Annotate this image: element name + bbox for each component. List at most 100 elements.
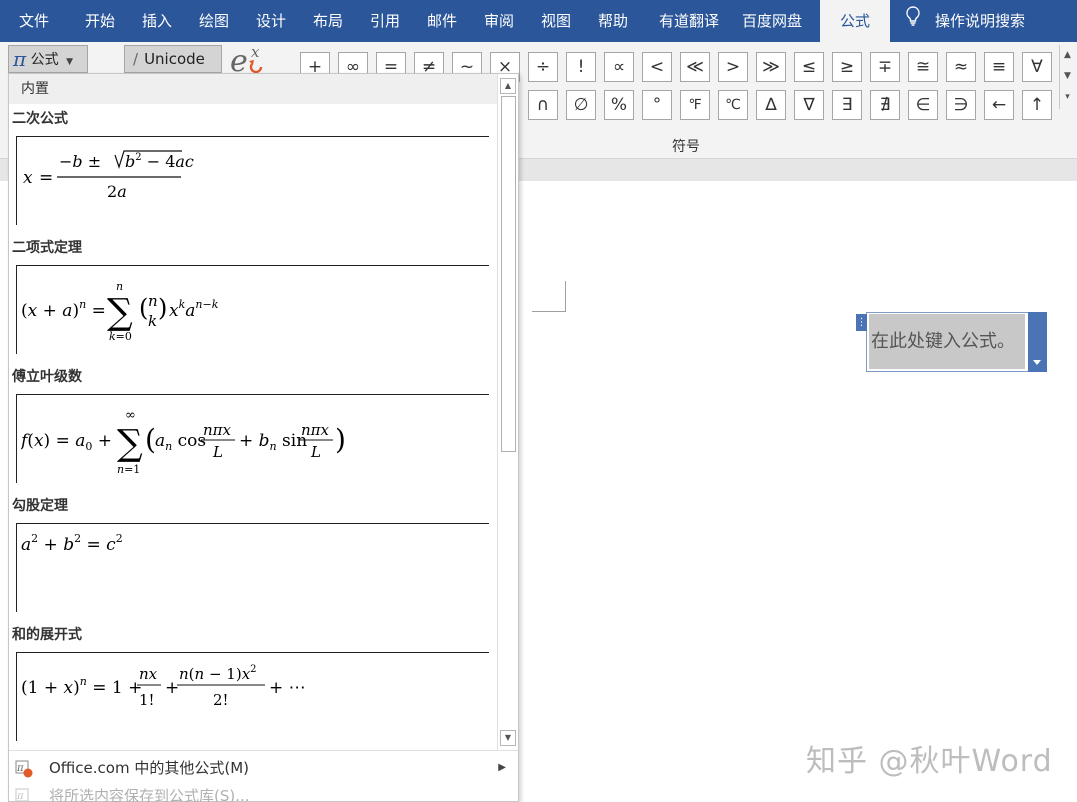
gallery-item-title: 二次公式 <box>12 111 68 127</box>
svg-text:xkan−k: xkan−k <box>169 298 219 321</box>
tab-equation[interactable]: 公式 <box>820 0 890 42</box>
chevron-down-icon[interactable]: ▼ <box>1060 66 1075 87</box>
symbol-button[interactable]: ∩ <box>528 90 558 120</box>
svg-text:n: n <box>148 292 158 310</box>
tab-review[interactable]: 审阅 <box>471 0 527 42</box>
tab-insert[interactable]: 插入 <box>129 0 185 42</box>
gallery-item-title: 傅立叶级数 <box>12 369 82 385</box>
symbol-button[interactable]: ∄ <box>870 90 900 120</box>
symbol-button[interactable]: ! <box>566 52 596 82</box>
scroll-thumb[interactable] <box>501 96 516 452</box>
svg-text:∑: ∑ <box>107 292 133 333</box>
svg-text:(: ( <box>139 294 148 322</box>
symbol-button[interactable]: ≈ <box>946 52 976 82</box>
symbol-button[interactable]: ≪ <box>680 52 710 82</box>
tab-help[interactable]: 帮助 <box>585 0 641 42</box>
symbol-button[interactable]: ∇ <box>794 90 824 120</box>
svg-text:2a: 2a <box>107 182 127 201</box>
tab-view[interactable]: 视图 <box>528 0 584 42</box>
latex-format-button[interactable]: e x <box>228 42 272 79</box>
tell-me-search[interactable]: 操作说明搜索 <box>905 0 1025 42</box>
svg-text:1!: 1! <box>139 691 155 709</box>
tab-layout[interactable]: 布局 <box>300 0 356 42</box>
svg-text:): ) <box>158 294 167 322</box>
symbol-button[interactable]: ∋ <box>946 90 976 120</box>
symbol-button[interactable]: ∀ <box>1022 52 1052 82</box>
gallery-item-pythagorean[interactable]: a2 + b2 = c2 <box>16 523 489 612</box>
save-to-gallery-menu-item[interactable]: π 将所选内容保存到公式库(S)... <box>9 782 518 802</box>
insert-equation-button[interactable]: π 公式 ▼ <box>8 45 88 73</box>
svg-text:f(x) = a0 +: f(x) = a0 + <box>21 431 112 453</box>
symbol-button[interactable]: ≡ <box>984 52 1014 82</box>
symbol-button[interactable]: ∝ <box>604 52 634 82</box>
tab-mailings[interactable]: 邮件 <box>414 0 470 42</box>
symbol-button[interactable]: ℃ <box>718 90 748 120</box>
symbol-gallery-scroll[interactable]: ▲ ▼ ▾ <box>1059 45 1075 109</box>
svg-text:n=1: n=1 <box>117 463 140 476</box>
svg-text:π: π <box>16 791 24 802</box>
svg-text:an cos: an cos <box>155 431 206 453</box>
equation-gallery-dropdown: 内置 二次公式 x = −b ± b2 − 4ac 2a 二项式定理 (x + … <box>8 73 519 802</box>
tab-home[interactable]: 开始 <box>72 0 128 42</box>
save-equation-icon: π <box>15 787 33 802</box>
tell-me-label: 操作说明搜索 <box>935 12 1026 30</box>
tab-references[interactable]: 引用 <box>357 0 413 42</box>
chevron-right-icon: ▶ <box>498 762 506 773</box>
svg-text:L: L <box>310 443 321 461</box>
symbol-button[interactable]: > <box>718 52 748 82</box>
equation-move-handle[interactable]: ⋮ <box>856 314 867 331</box>
svg-text:nπx: nπx <box>203 421 232 439</box>
svg-text:): ) <box>335 423 346 456</box>
symbol-button[interactable]: ≅ <box>908 52 938 82</box>
symbol-button[interactable]: ∆ <box>756 90 786 120</box>
symbol-button[interactable]: ≫ <box>756 52 786 82</box>
gallery-item-fourier[interactable]: f(x) = a0 + ∞ ∑ n=1 ( an cos nπx L + bn … <box>16 394 489 483</box>
tab-draw[interactable]: 绘图 <box>186 0 242 42</box>
sum-expansion-formula: (1 + x)n = 1 + nx 1! + n(n − 1)x2 2! + ⋯ <box>21 664 306 709</box>
symbol-button[interactable]: ∅ <box>566 90 596 120</box>
svg-text:nπx: nπx <box>301 421 330 439</box>
symbol-button[interactable]: ∓ <box>870 52 900 82</box>
ex-latex-icon: e x <box>230 43 263 79</box>
symbol-button[interactable]: ÷ <box>528 52 558 82</box>
svg-text:2!: 2! <box>213 691 229 709</box>
symbol-button[interactable]: ∃ <box>832 90 862 120</box>
svg-text:x: x <box>251 43 260 61</box>
equation-placeholder[interactable]: 在此处键入公式。 <box>869 314 1025 369</box>
chevron-up-icon[interactable]: ▲ <box>1060 45 1075 66</box>
svg-text:(1 + x)n = 1 +: (1 + x)n = 1 + <box>21 675 142 698</box>
symbol-button[interactable]: ° <box>642 90 672 120</box>
symbol-button[interactable]: ≤ <box>794 52 824 82</box>
gallery-item-title: 勾股定理 <box>12 498 68 514</box>
tab-design[interactable]: 设计 <box>243 0 299 42</box>
symbol-button[interactable]: ↑ <box>1022 90 1052 120</box>
symbol-button[interactable]: ≥ <box>832 52 862 82</box>
gallery-item-sum-expansion[interactable]: (1 + x)n = 1 + nx 1! + n(n − 1)x2 2! + ⋯ <box>16 652 489 741</box>
gallery-item-binomial[interactable]: (x + a)n = n ∑ k=0 ( n k ) xkan−k <box>16 265 489 354</box>
symbol-button[interactable]: ℉ <box>680 90 710 120</box>
symbol-button[interactable]: ∈ <box>908 90 938 120</box>
margin-corner-mark <box>532 281 566 312</box>
unicode-format-button[interactable]: / Unicode <box>124 45 222 73</box>
insert-equation-label: 公式 <box>30 52 59 68</box>
svg-text:L: L <box>212 443 223 461</box>
symbol-button[interactable]: < <box>642 52 672 82</box>
gallery-footer: π Office.com 中的其他公式(M) ▶ π 将所选内容保存到公式库(S… <box>9 750 518 802</box>
svg-text:nx: nx <box>139 665 158 683</box>
gallery-item-quadratic[interactable]: x = −b ± b2 − 4ac 2a <box>16 136 489 225</box>
gallery-scrollbar[interactable]: ▲ ▼ <box>497 74 518 750</box>
tab-baidu-netdisk[interactable]: 百度网盘 <box>734 0 810 42</box>
scroll-down-icon[interactable]: ▼ <box>500 730 516 746</box>
scroll-up-icon[interactable]: ▲ <box>500 78 516 94</box>
svg-text:k: k <box>148 312 157 330</box>
expand-gallery-icon[interactable]: ▾ <box>1060 87 1075 108</box>
tab-file[interactable]: 文件 <box>6 0 62 42</box>
equation-options-button[interactable] <box>1028 312 1047 372</box>
more-equations-menu-item[interactable]: π Office.com 中的其他公式(M) ▶ <box>9 754 518 782</box>
unicode-label: Unicode <box>144 50 205 68</box>
symbol-button[interactable]: % <box>604 90 634 120</box>
svg-text:b2 − 4ac: b2 − 4ac <box>125 152 194 171</box>
pi-icon: π <box>13 47 27 71</box>
tab-youdao-translate[interactable]: 有道翻译 <box>646 0 732 42</box>
symbol-button[interactable]: ← <box>984 90 1014 120</box>
